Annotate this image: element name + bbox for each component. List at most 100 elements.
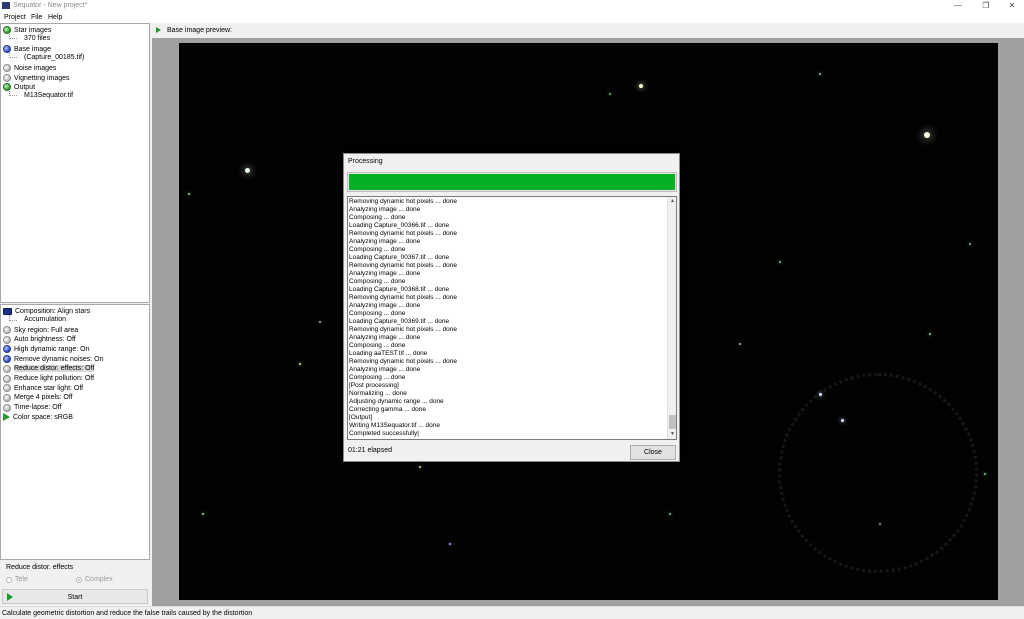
log-line: Removing dynamic hot pixels ... done	[349, 198, 458, 205]
log-line: Normalizing ... done	[349, 390, 407, 397]
watermark-ring	[778, 373, 978, 573]
log-line: Composing ... done	[349, 214, 406, 221]
log-line: [Post processing]	[349, 382, 399, 389]
star	[779, 261, 781, 263]
star	[879, 523, 881, 525]
start-button[interactable]: Start	[2, 589, 148, 604]
gray-ball-icon	[3, 384, 11, 393]
green-ball-icon	[3, 26, 11, 34]
blue-ball-icon	[3, 355, 11, 364]
log-line: Analyzing image ... done	[349, 206, 421, 213]
gray-ball-icon	[3, 393, 11, 402]
play-triangle-icon	[3, 413, 10, 422]
log-line: Loading Capture_00367.tif ... done	[349, 254, 450, 261]
scroll-down-icon[interactable]: ▼	[668, 430, 676, 439]
star	[639, 84, 643, 88]
log-line: Analyzing image ... done	[349, 366, 421, 373]
log-line: Adjusting dynamic range ... done	[349, 398, 444, 405]
log-line: Removing dynamic hot pixels ... done	[349, 262, 458, 269]
gray-ball-icon	[3, 364, 11, 373]
composition-icon	[3, 307, 12, 315]
tree-output[interactable]: Output	[3, 82, 35, 92]
app-icon	[2, 2, 10, 9]
preview-label: Base image preview:	[167, 27, 232, 34]
log-line: Removing dynamic hot pixels ... done	[349, 326, 458, 333]
log-lines: Removing dynamic hot pixels ... done Anal…	[349, 198, 667, 438]
radio-tele-label: Tele	[15, 576, 28, 583]
log-line: Loading Capture_00368.tif ... done	[349, 286, 450, 293]
log-line: Writing M13Sequator.tif ... done	[349, 422, 440, 429]
scroll-thumb[interactable]	[669, 415, 676, 429]
star	[609, 93, 611, 95]
status-text: Calculate geometric distortion and reduc…	[2, 610, 253, 617]
option-enhance-star-light[interactable]: Enhance star light: Off	[3, 383, 83, 393]
tree-connector	[9, 34, 17, 39]
log-line: Composing ... done	[349, 374, 406, 381]
log-line: Analyzing image ... done	[349, 334, 421, 341]
sequator-window: Sequator - New project* — ❐ ✕ Project Fi…	[0, 0, 1024, 619]
log-line: Analyzing image ... done	[349, 238, 421, 245]
tree-connector	[9, 53, 17, 58]
star	[669, 513, 671, 515]
log-line: Composing ... done	[349, 310, 406, 317]
menu-help[interactable]: Help	[48, 14, 62, 21]
option-merge-4-pixels[interactable]: Merge 4 pixels: Off	[3, 393, 73, 403]
radio-tele-circle[interactable]	[6, 576, 12, 583]
tree-connector	[9, 315, 17, 321]
log-line: Composing ... done	[349, 278, 406, 285]
elapsed-time: 01:21 elapsed	[348, 447, 392, 454]
star	[739, 343, 741, 345]
log-line: Composing ... done	[349, 246, 406, 253]
radio-tele[interactable]: Tele	[6, 575, 28, 584]
log-line: Removing dynamic hot pixels ... done	[349, 294, 458, 301]
menu-project[interactable]: Project	[4, 14, 26, 21]
blue-ball-icon	[3, 45, 11, 53]
star	[449, 543, 451, 545]
options-panel: Composition: Align stars Accumulation Sk…	[0, 304, 150, 560]
option-reduce-distor-effects[interactable]: Reduce distor. effects: Off	[3, 364, 95, 374]
star	[984, 473, 986, 475]
processing-dialog: Processing Removing dynamic hot pixels .…	[343, 153, 680, 462]
log-textbox[interactable]: Removing dynamic hot pixels ... done Anal…	[347, 196, 677, 440]
preview-header: Base image preview:	[152, 23, 1024, 38]
blue-ball-icon	[3, 345, 11, 354]
start-button-label: Start	[67, 594, 83, 601]
gray-ball-icon	[3, 326, 11, 334]
arrow-right-icon	[156, 27, 161, 33]
gray-ball-icon	[3, 64, 11, 72]
close-button[interactable]: Close	[630, 445, 676, 460]
star	[188, 193, 190, 195]
detail-group-title: Reduce distor. effects	[6, 564, 74, 571]
star	[841, 419, 844, 422]
scroll-up-icon[interactable]: ▲	[668, 197, 676, 206]
star	[819, 393, 822, 396]
title-bar: Sequator - New project* — ❐ ✕	[0, 0, 1024, 12]
input-tree-panel: Star images 370 files Base image (Captur…	[0, 23, 150, 303]
close-window-button[interactable]: ✕	[998, 0, 1024, 12]
option-color-space[interactable]: Color space: sRGB	[3, 412, 73, 422]
log-line: Loading aaTEST.tif ... done	[349, 350, 428, 357]
option-auto-brightness[interactable]: Auto brightness: Off	[3, 335, 76, 345]
star	[929, 333, 931, 335]
tree-output-file[interactable]: M13Sequator.tif	[24, 92, 73, 102]
option-reduce-light-pollution[interactable]: Reduce light pollution: Off	[3, 374, 94, 384]
maximize-button[interactable]: ❐	[972, 0, 1000, 12]
star	[819, 73, 821, 75]
tree-noise-images[interactable]: Noise images	[3, 63, 56, 73]
option-sky-region[interactable]: Sky region: Full area	[3, 325, 78, 335]
option-time-lapse[interactable]: Time-lapse: Off	[3, 403, 61, 413]
log-line: Loading Capture_00366.tif ... done	[349, 222, 450, 229]
star	[245, 168, 250, 173]
option-remove-dynamic-noises[interactable]: Remove dynamic noises: On	[3, 354, 103, 364]
log-line: Removing dynamic hot pixels ... done	[349, 230, 458, 237]
minimize-button[interactable]: —	[944, 0, 972, 12]
option-high-dynamic-range[interactable]: High dynamic range: On	[3, 344, 89, 354]
gray-ball-icon	[3, 374, 11, 383]
progress-bar	[347, 172, 677, 192]
log-line: Analyzing image ... done	[349, 270, 421, 277]
radio-complex[interactable]: Complex	[76, 575, 113, 584]
menu-file[interactable]: File	[31, 14, 42, 21]
radio-complex-circle[interactable]	[76, 576, 82, 583]
tree-connector	[9, 91, 17, 96]
log-scrollbar[interactable]: ▲ ▼	[667, 197, 676, 439]
